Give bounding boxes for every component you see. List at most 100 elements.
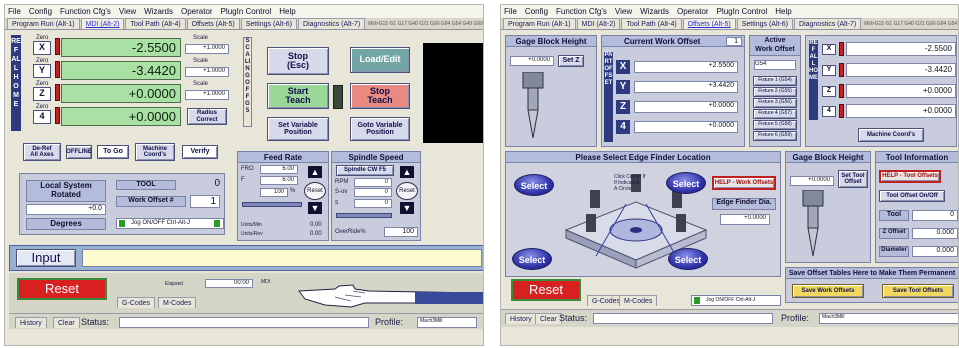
feed-up-button[interactable]: ▲ (308, 166, 322, 178)
save-work-offsets-button[interactable]: Save Work Offsets (792, 284, 864, 298)
f-field[interactable]: 6.00 (260, 176, 298, 185)
zero-z-button[interactable]: Z (33, 87, 51, 101)
current-work-offset-field[interactable]: 1 (726, 37, 742, 46)
zero-4-button[interactable]: 4 (822, 106, 836, 117)
history-button[interactable]: History (505, 313, 537, 324)
menu-function-cfgs[interactable]: Function Cfg's (60, 7, 111, 16)
z-scale-field[interactable]: +1.0000 (185, 90, 229, 100)
help-work-offsets-button[interactable]: HELP - Work Offsets (712, 176, 776, 190)
spindle-reset-button[interactable]: Reset (396, 182, 418, 200)
clear-button[interactable]: Clear (535, 313, 562, 324)
set-z-button[interactable]: Set Z (558, 55, 584, 67)
edge-finder-dia-field[interactable]: +0.0000 (720, 214, 770, 225)
tool-offset-onoff-button[interactable]: Tool Offset On/Off (879, 190, 945, 202)
menu-plugin-control[interactable]: PlugIn Control (717, 7, 768, 16)
fro-percent-field[interactable]: 100 (260, 188, 288, 197)
menu-config[interactable]: Config (525, 7, 548, 16)
zero-x-button[interactable]: X (822, 44, 836, 55)
override-field[interactable]: 100 (384, 227, 418, 237)
machine-y-field[interactable]: -3.4420 (846, 63, 956, 77)
tab-program-run[interactable]: Program Run (Alt-1) (503, 18, 576, 29)
feed-down-button[interactable]: ▼ (308, 202, 322, 214)
tab-program-run[interactable]: Program Run (Alt-1) (7, 18, 80, 29)
zero-z-button[interactable]: Z (822, 86, 836, 97)
reset-button[interactable]: Reset (17, 278, 107, 300)
sov-field[interactable]: 0 (354, 188, 392, 197)
fro-field[interactable]: 6.00 (260, 165, 298, 174)
diameter-field[interactable]: 0.000 (912, 246, 958, 257)
set-variable-position-button[interactable]: Set Variable Position (267, 117, 329, 141)
tab-offsets[interactable]: Offsets (Alt-5) (682, 18, 736, 29)
tab-tool-path[interactable]: Tool Path (Alt-4) (621, 18, 682, 29)
z-axis-dro[interactable]: +0.0000 (61, 84, 181, 103)
stop-button[interactable]: Stop (Esc) (267, 47, 329, 75)
spindle-up-button[interactable]: ▲ (400, 166, 414, 178)
jog-toggle-button[interactable]: Jog ON/OFF Ctrl-Alt-J (691, 295, 781, 306)
menu-view[interactable]: View (119, 7, 136, 16)
menu-operator[interactable]: Operator (181, 7, 213, 16)
menu-wizards[interactable]: Wizards (640, 7, 669, 16)
fixture-6-button[interactable]: Fixture 6 (G59) (753, 131, 797, 141)
select-bottom-right-button[interactable]: Select (668, 248, 708, 270)
spindle-speed-field[interactable]: 0 (354, 199, 392, 208)
rpm-field[interactable]: 0 (354, 178, 392, 187)
mdi-input-field[interactable] (82, 249, 482, 267)
zero-y-button[interactable]: Y (822, 65, 836, 76)
menu-plugin-control[interactable]: PlugIn Control (221, 7, 272, 16)
to-go-button[interactable]: To Go (97, 145, 129, 159)
zero-x-button[interactable]: X (33, 41, 51, 55)
gage-block-field[interactable]: +0.0000 (510, 56, 554, 66)
reset-button[interactable]: Reset (511, 279, 581, 301)
input-label[interactable]: Input (16, 249, 76, 267)
goto-variable-position-button[interactable]: Goto Variable Position (350, 117, 410, 141)
x-axis-dro[interactable]: -2.5500 (61, 38, 181, 57)
feed-reset-button[interactable]: Reset (304, 182, 326, 200)
radius-correct-button[interactable]: Radius Correct (187, 108, 227, 125)
offline-button[interactable]: OFFLINE (66, 145, 92, 159)
spindle-slider[interactable] (336, 213, 392, 218)
select-top-left-button[interactable]: Select (514, 174, 554, 196)
tab-tool-path[interactable]: Tool Path (Alt-4) (125, 18, 186, 29)
tab-diagnostics[interactable]: Diagnostics (Alt-7) (794, 18, 862, 29)
tab-settings[interactable]: Settings (Alt-6) (736, 18, 794, 29)
tab-mdi[interactable]: MDI (Alt-2) (80, 18, 125, 29)
active-offset-field[interactable]: G54 (754, 60, 796, 70)
machine-x-field[interactable]: -2.5500 (846, 42, 956, 56)
rotation-field[interactable]: +0.0 (26, 204, 106, 215)
x-scale-field[interactable]: +1.0000 (185, 44, 229, 54)
menu-file[interactable]: File (504, 7, 517, 16)
y-scale-field[interactable]: +1.0000 (185, 67, 229, 77)
z-offset-field[interactable]: 0.000 (912, 228, 958, 239)
verify-button[interactable]: Verify (182, 145, 218, 159)
tab-offsets[interactable]: Offsets (Alt-5) (186, 18, 240, 29)
zero-y-button[interactable]: Y (33, 64, 51, 78)
select-top-right-button[interactable]: Select (666, 172, 706, 194)
gcodes-button[interactable]: G-Codes (117, 297, 156, 308)
history-button[interactable]: History (15, 317, 47, 328)
y-axis-dro[interactable]: -3.4420 (61, 61, 181, 80)
machine-coords-button[interactable]: Machine Coord's (858, 128, 924, 142)
work-offset-field[interactable]: 1 (190, 195, 220, 208)
fixture-5-button[interactable]: Fixture 5 (G58) (753, 120, 797, 130)
gage-block-field-2[interactable]: +0.0000 (790, 176, 834, 186)
fixture-4-button[interactable]: Fixture 4 (G57) (753, 109, 797, 119)
menu-help[interactable]: Help (775, 7, 791, 16)
spindle-down-button[interactable]: ▼ (400, 202, 414, 214)
de-ref-all-axes-button[interactable]: De-Ref All Axes (23, 143, 61, 161)
machine-coords-button[interactable]: Machine Coord's (135, 143, 175, 161)
spindle-cw-button[interactable]: Spindle CW F5 (336, 165, 394, 176)
jog-toggle-button[interactable]: Jog ON/OFF Ctrl-Alt-J (116, 218, 224, 229)
ref-all-home-button[interactable]: REF ALL HOME (809, 40, 818, 120)
load-edit-button[interactable]: Load/Edit (350, 47, 410, 73)
save-tool-offsets-button[interactable]: Save Tool Offsets (882, 284, 954, 298)
set-tool-offset-button[interactable]: Set Tool Offset (838, 170, 868, 188)
tab-mdi[interactable]: MDI (Alt-2) (576, 18, 621, 29)
menu-file[interactable]: File (8, 7, 21, 16)
menu-wizards[interactable]: Wizards (144, 7, 173, 16)
machine-4-field[interactable]: +0.0000 (846, 104, 956, 118)
fixture-3-button[interactable]: Fixture 3 (G56) (753, 98, 797, 108)
mcodes-button[interactable]: M-Codes (158, 297, 197, 308)
stop-teach-button[interactable]: Stop Teach (350, 83, 410, 109)
tab-settings[interactable]: Settings (Alt-6) (240, 18, 298, 29)
fixture-1-button[interactable]: Fixture 1 (G54) (753, 76, 797, 86)
